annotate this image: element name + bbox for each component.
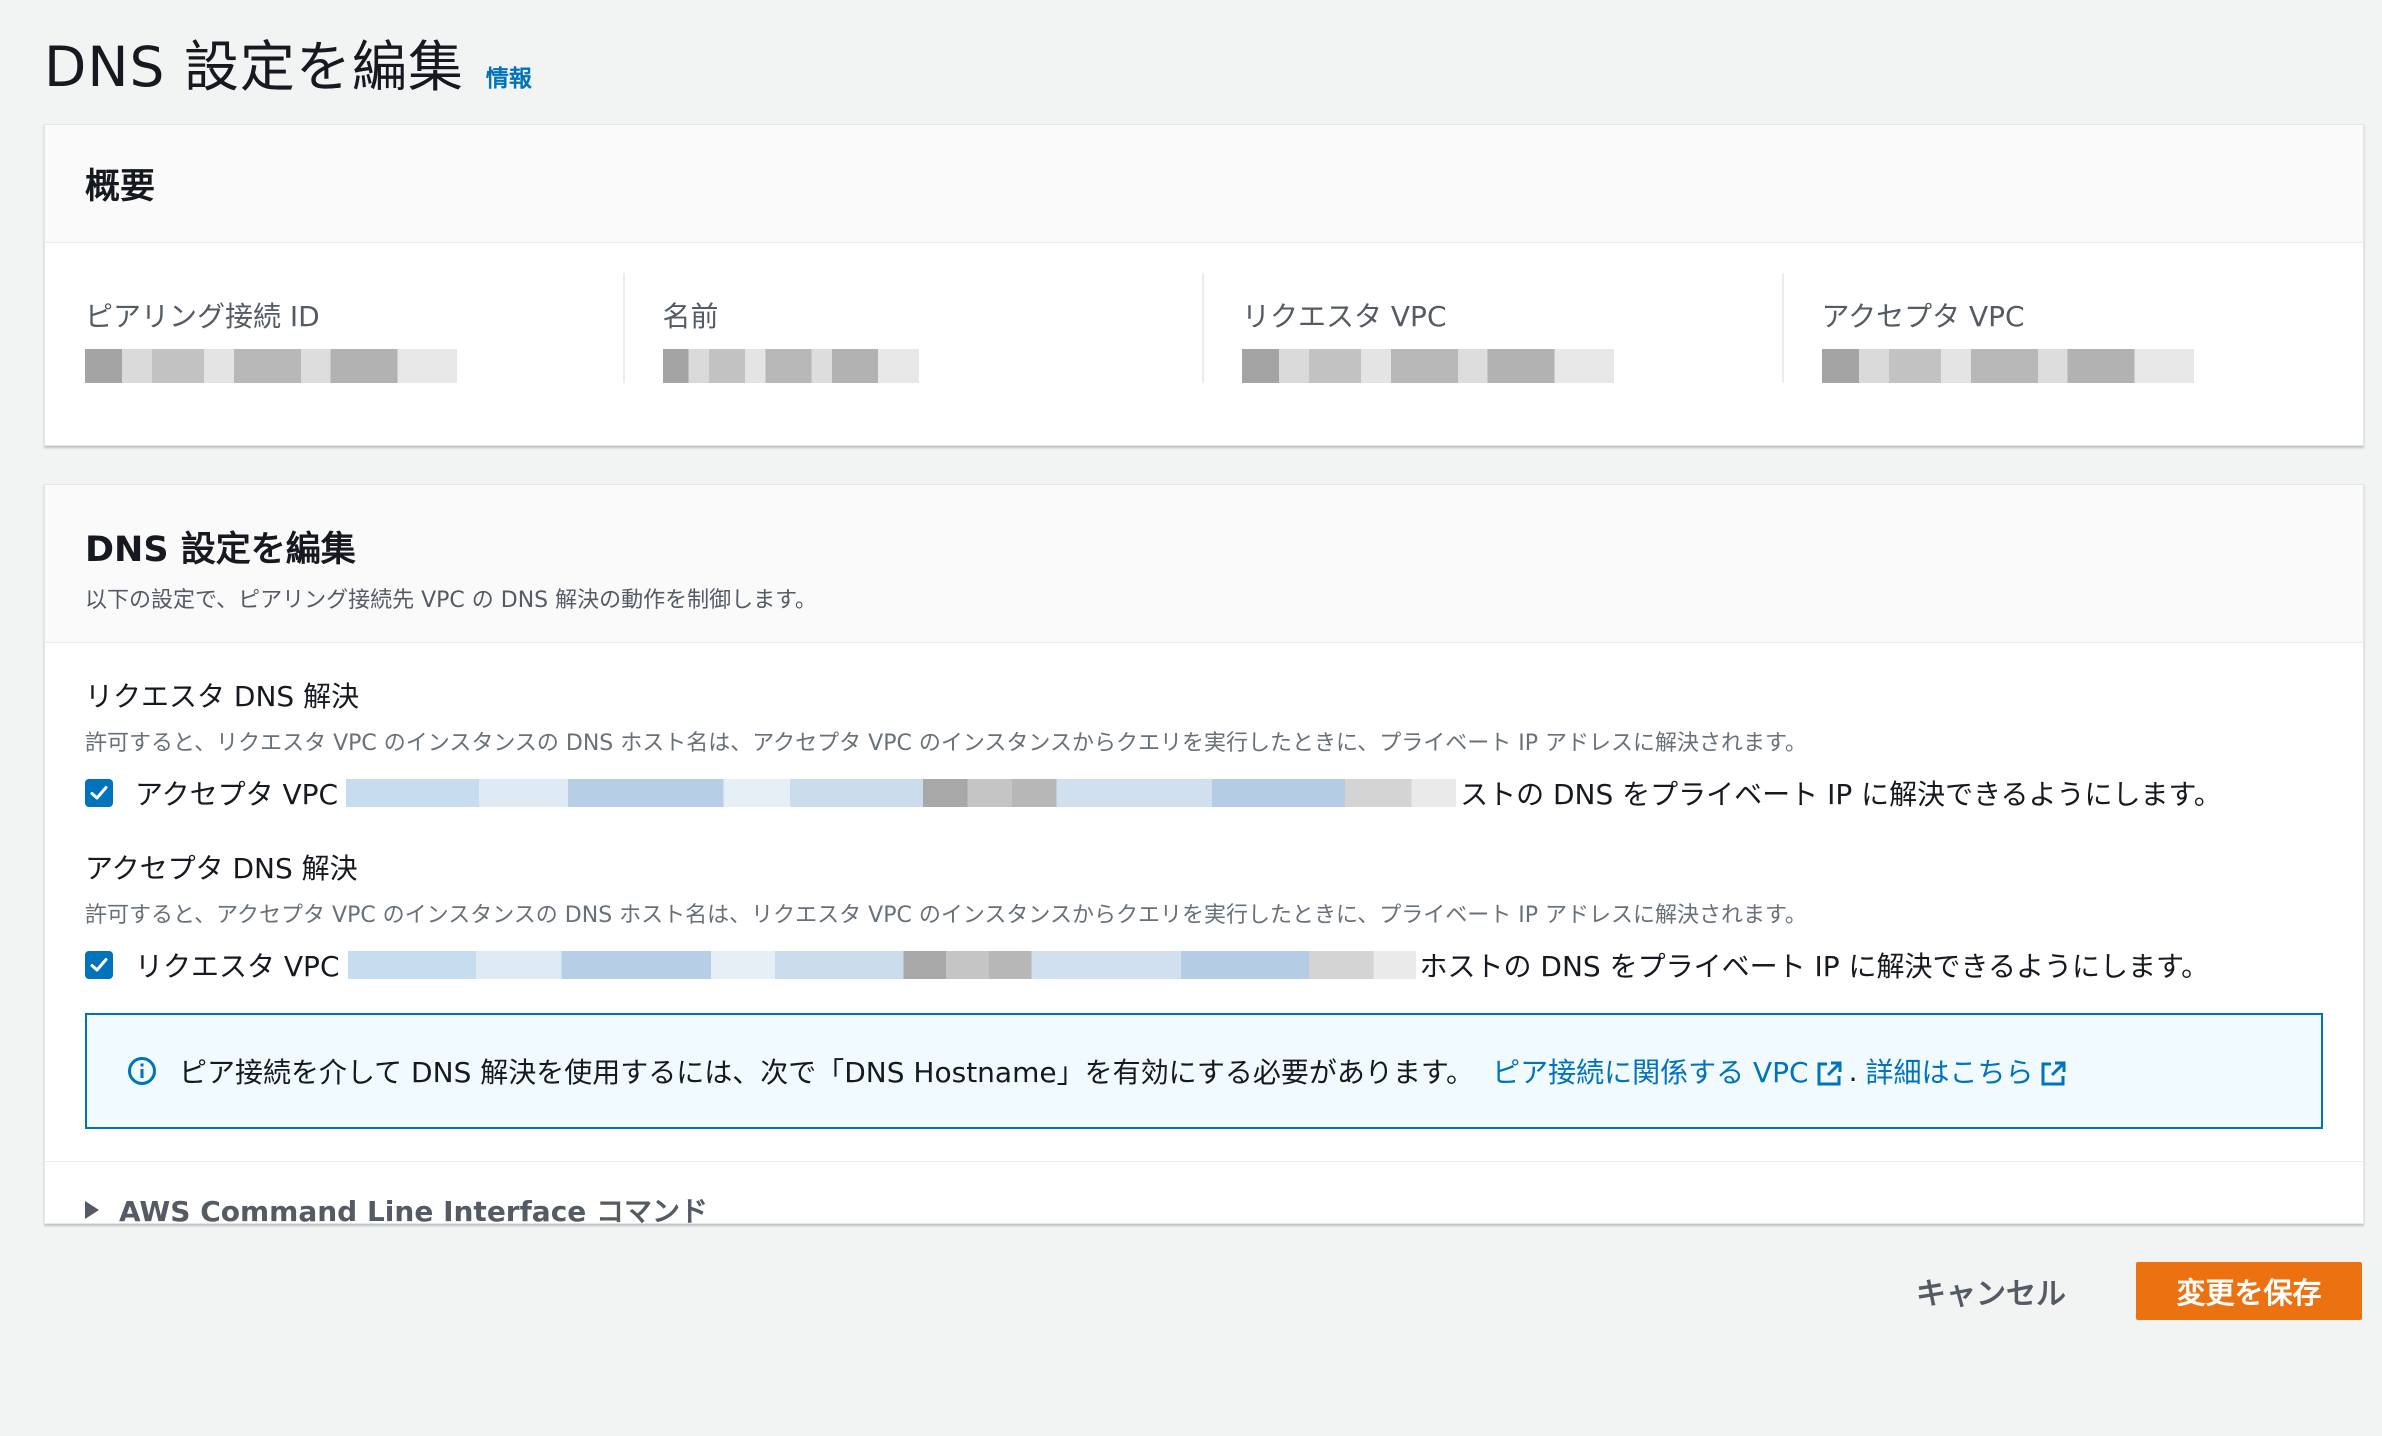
dns-settings-panel: DNS 設定を編集 以下の設定で、ピアリング接続先 VPC の DNS 解決の動… xyxy=(44,484,2364,1228)
redacted-value xyxy=(662,349,919,383)
accepter-dns-suffix: ホストの DNS をプライベート IP に解決できるようにします。 xyxy=(1419,950,2210,983)
overview-panel: 概要 ピアリング接続 ID 名前 リクエスタ VPC アクセプタ VPC xyxy=(44,124,2364,446)
field-accepter-vpc: アクセプタ VPC xyxy=(1781,273,2364,383)
field-label: リクエスタ VPC xyxy=(1242,300,1447,333)
info-link[interactable]: 情報 xyxy=(486,59,532,93)
dns-settings-title: DNS 設定を編集 xyxy=(85,530,356,570)
vpc-docs-link-label: ピア接続に関係する VPC xyxy=(1492,1056,1809,1089)
save-button[interactable]: 変更を保存 xyxy=(2136,1262,2362,1320)
overview-title: 概要 xyxy=(85,167,156,207)
external-link-icon xyxy=(2039,1060,2067,1088)
dns-settings-description: 以下の設定で、ピアリング接続先 VPC の DNS 解決の動作を制御します。 xyxy=(85,588,817,613)
alert-text: ピア接続を介して DNS 解決を使用するには、次で「DNS Hostname」を… xyxy=(179,1056,1475,1089)
vpc-docs-link[interactable]: ピア接続に関係する VPC xyxy=(1492,1051,1843,1091)
redacted-value xyxy=(1821,349,2194,383)
accepter-dns-prefix: リクエスタ VPC xyxy=(135,950,340,983)
redacted-value xyxy=(1242,349,1614,383)
field-label: ピアリング接続 ID xyxy=(85,300,320,333)
overview-header: 概要 xyxy=(45,125,2363,243)
redacted-vpc-link xyxy=(347,951,1416,979)
accepter-dns-option: リクエスタ VPC ホストの DNS をプライベート IP に解決できるようにし… xyxy=(85,945,2323,985)
form-actions: キャンセル 変更を保存 xyxy=(1910,1262,2362,1320)
redacted-value xyxy=(85,349,457,383)
learn-more-link[interactable]: 詳細はこちら xyxy=(1865,1051,2067,1091)
learn-more-link-label: 詳細はこちら xyxy=(1865,1056,2034,1089)
requester-dns-title: リクエスタ DNS 解決 xyxy=(85,680,360,713)
link-separator: . xyxy=(1848,1054,1858,1088)
field-label: 名前 xyxy=(662,300,719,333)
accepter-dns-section: アクセプタ DNS 解決 許可すると、アクセプタ VPC のインスタンスの DN… xyxy=(45,847,2363,985)
field-requester-vpc: リクエスタ VPC xyxy=(1202,273,1784,383)
page-header: DNS 設定を編集 情報 xyxy=(44,22,532,102)
requester-dns-suffix: ストの DNS をプライベート IP に解決できるようにします。 xyxy=(1460,778,2222,811)
cli-expander[interactable]: AWS Command Line Interface コマンド xyxy=(45,1162,2363,1230)
cli-expander-label: AWS Command Line Interface コマンド xyxy=(119,1195,709,1228)
accepter-dns-checkbox[interactable] xyxy=(85,951,113,979)
overview-fields: ピアリング接続 ID 名前 リクエスタ VPC アクセプタ VPC xyxy=(45,243,2363,383)
cancel-button[interactable]: キャンセル xyxy=(1910,1268,2072,1314)
caret-right-icon xyxy=(85,1201,99,1219)
info-circle-icon xyxy=(127,1056,157,1086)
requester-dns-section: リクエスタ DNS 解決 許可すると、リクエスタ VPC のインスタンスの DN… xyxy=(45,675,2363,813)
field-name: 名前 xyxy=(622,273,1205,383)
requester-dns-option: アクセプタ VPC ストの DNS をプライベート IP に解決できるようにしま… xyxy=(85,773,2323,813)
field-label: アクセプタ VPC xyxy=(1821,300,2025,333)
checkmark-icon xyxy=(90,786,108,800)
requester-dns-checkbox[interactable] xyxy=(85,779,113,807)
requester-dns-description: 許可すると、リクエスタ VPC のインスタンスの DNS ホスト名は、アクセプタ… xyxy=(85,731,1807,756)
accepter-dns-title: アクセプタ DNS 解決 xyxy=(85,852,358,885)
requester-dns-prefix: アクセプタ VPC xyxy=(135,778,339,811)
dns-settings-header: DNS 設定を編集 以下の設定で、ピアリング接続先 VPC の DNS 解決の動… xyxy=(45,485,2363,643)
info-alert: ピア接続を介して DNS 解決を使用するには、次で「DNS Hostname」を… xyxy=(85,1013,2323,1129)
field-peering-id: ピアリング接続 ID xyxy=(85,273,625,383)
external-link-icon xyxy=(1815,1060,1843,1088)
page-title: DNS 設定を編集 xyxy=(44,35,464,99)
redacted-vpc-link xyxy=(346,779,1457,807)
accepter-dns-description: 許可すると、アクセプタ VPC のインスタンスの DNS ホスト名は、リクエスタ… xyxy=(85,903,1807,928)
checkmark-icon xyxy=(90,958,108,972)
